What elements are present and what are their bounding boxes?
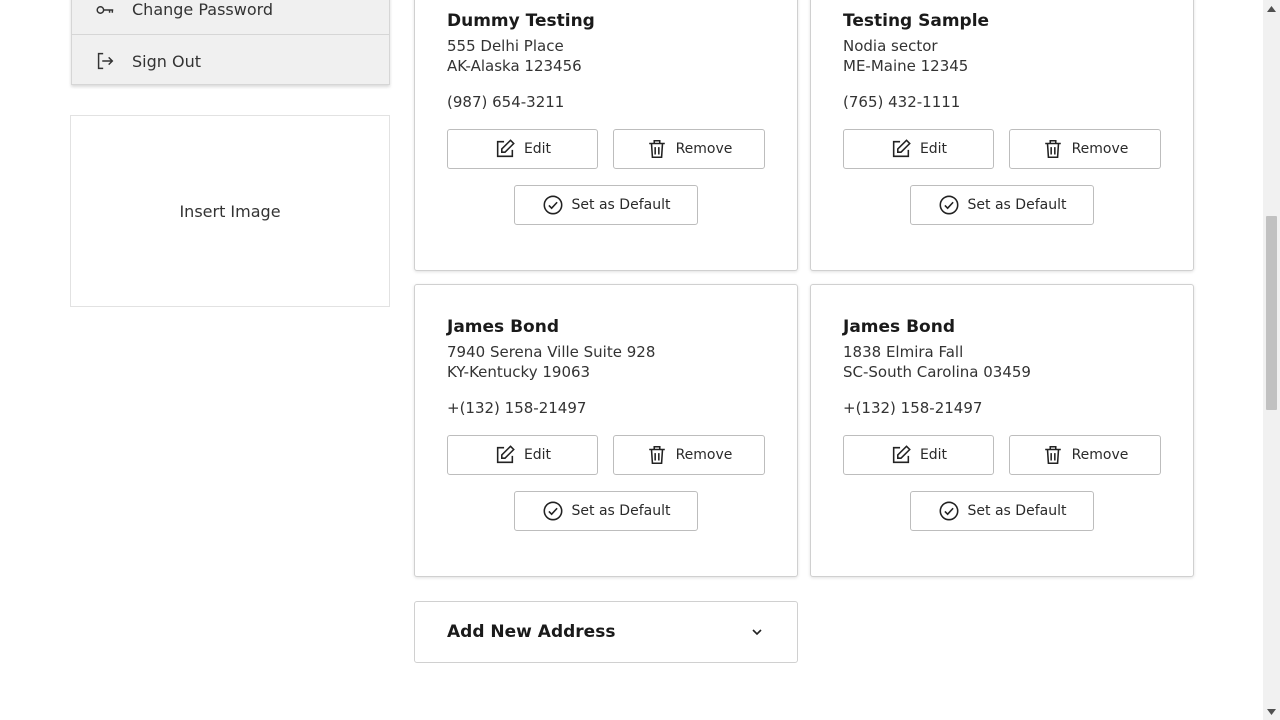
- change-password-menu-item[interactable]: Change Password: [72, 0, 389, 35]
- edit-button[interactable]: Edit: [447, 129, 598, 169]
- edit-button[interactable]: Edit: [843, 435, 994, 475]
- check-circle-icon: [939, 195, 959, 215]
- remove-button[interactable]: Remove: [1009, 129, 1161, 169]
- scroll-down-icon: [1267, 708, 1276, 715]
- remove-label: Remove: [1071, 447, 1129, 463]
- address-phone: +(132) 158-21497: [447, 399, 587, 417]
- remove-label: Remove: [1071, 141, 1129, 157]
- set-default-button[interactable]: Set as Default: [910, 185, 1094, 225]
- address-phone: +(132) 158-21497: [843, 399, 983, 417]
- set-default-button[interactable]: Set as Default: [910, 491, 1094, 531]
- add-new-address-toggle[interactable]: Add New Address: [414, 601, 798, 663]
- address-region: AK-Alaska 123456: [447, 57, 582, 75]
- address-card: Testing Sample Nodia sector ME-Maine 123…: [810, 0, 1194, 271]
- set-default-label: Set as Default: [967, 503, 1067, 519]
- check-circle-icon: [543, 501, 563, 521]
- page-scrollbar[interactable]: [1263, 0, 1280, 720]
- edit-label: Edit: [523, 447, 552, 463]
- key-icon: [96, 5, 114, 14]
- address-name: James Bond: [843, 317, 955, 337]
- address-book-page: Change Password Sign Out Insert Image Du…: [0, 0, 1280, 720]
- edit-button[interactable]: Edit: [843, 129, 994, 169]
- address-street: 555 Delhi Place: [447, 37, 564, 55]
- address-street: Nodia sector: [843, 37, 938, 55]
- address-name: Testing Sample: [843, 11, 990, 31]
- account-menu: Change Password Sign Out: [71, 0, 390, 85]
- add-new-address-label: Add New Address: [447, 622, 616, 642]
- remove-button[interactable]: Remove: [1009, 435, 1161, 475]
- scrollbar-thumb[interactable]: [1266, 216, 1277, 410]
- edit-icon: [496, 139, 515, 158]
- scroll-up-arrow[interactable]: [1263, 0, 1280, 17]
- edit-label: Edit: [523, 141, 552, 157]
- chevron-down-icon: [752, 629, 762, 636]
- trash-icon: [648, 139, 665, 159]
- edit-button[interactable]: Edit: [447, 435, 598, 475]
- address-name: James Bond: [447, 317, 559, 337]
- address-card: James Bond 1838 Elmira Fall SC-South Car…: [810, 284, 1194, 577]
- address-name: Dummy Testing: [447, 11, 595, 31]
- remove-button[interactable]: Remove: [613, 129, 765, 169]
- remove-label: Remove: [675, 447, 733, 463]
- edit-icon: [892, 139, 911, 158]
- edit-label: Edit: [919, 447, 948, 463]
- address-region: SC-South Carolina 03459: [843, 363, 1031, 381]
- scroll-up-icon: [1267, 5, 1276, 12]
- edit-label: Edit: [919, 141, 948, 157]
- trash-icon: [1044, 139, 1061, 159]
- address-region: KY-Kentucky 19063: [447, 363, 591, 381]
- address-region: ME-Maine 12345: [843, 57, 969, 75]
- remove-button[interactable]: Remove: [613, 435, 765, 475]
- address-street: 1838 Elmira Fall: [843, 343, 964, 361]
- change-password-label: Change Password: [132, 0, 274, 19]
- trash-icon: [1044, 445, 1061, 465]
- check-circle-icon: [939, 501, 959, 521]
- address-card: James Bond 7940 Serena Ville Suite 928 K…: [414, 284, 798, 577]
- sign-out-icon: [97, 52, 114, 70]
- insert-image-label: Insert Image: [179, 201, 281, 221]
- set-default-button[interactable]: Set as Default: [514, 491, 698, 531]
- scroll-down-arrow[interactable]: [1263, 703, 1280, 720]
- set-default-label: Set as Default: [967, 197, 1067, 213]
- address-phone: (765) 432-1111: [843, 93, 961, 111]
- set-default-button[interactable]: Set as Default: [514, 185, 698, 225]
- edit-icon: [892, 445, 911, 464]
- sign-out-menu-item[interactable]: Sign Out: [72, 36, 389, 86]
- check-circle-icon: [543, 195, 563, 215]
- set-default-label: Set as Default: [571, 197, 671, 213]
- address-card: Dummy Testing 555 Delhi Place AK-Alaska …: [414, 0, 798, 271]
- sign-out-label: Sign Out: [132, 51, 201, 71]
- address-street: 7940 Serena Ville Suite 928: [447, 343, 656, 361]
- edit-icon: [496, 445, 515, 464]
- set-default-label: Set as Default: [571, 503, 671, 519]
- insert-image-placeholder[interactable]: Insert Image: [70, 115, 390, 307]
- remove-label: Remove: [675, 141, 733, 157]
- trash-icon: [648, 445, 665, 465]
- address-phone: (987) 654-3211: [447, 93, 565, 111]
